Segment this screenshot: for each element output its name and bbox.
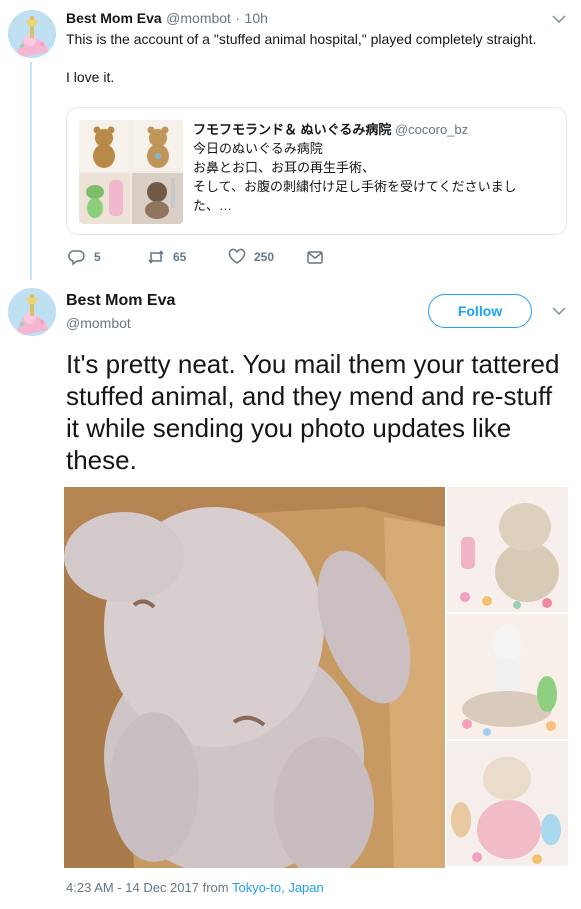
plush-surgery-scene-image xyxy=(447,614,568,739)
quoted-line: た、… xyxy=(193,198,233,213)
plush-with-flowers-image xyxy=(447,487,568,612)
avatar-image xyxy=(8,10,56,58)
timestamp-text[interactable]: 4:23 AM - 14 Dec 2017 from xyxy=(66,880,232,895)
tweet-text-line1: This is the account of a "stuffed animal… xyxy=(66,31,537,47)
display-name[interactable]: Best Mom Eva xyxy=(66,10,162,26)
thread-connector-line xyxy=(30,62,32,280)
display-name[interactable]: Best Mom Eva xyxy=(66,292,175,310)
retweet-button[interactable]: 65 xyxy=(147,248,186,266)
quoted-display-name: フモフモランド＆ ぬいぐるみ病院 xyxy=(193,122,392,137)
plush-sheep-image xyxy=(447,741,568,866)
location-link[interactable]: Tokyo-to, Japan xyxy=(232,880,324,895)
tweet-photo-main[interactable] xyxy=(64,487,445,868)
quoted-tweet-text: フモフモランド＆ ぬいぐるみ病院 @cocoro_bz 今日のぬいぐるみ病院 お… xyxy=(193,120,553,215)
quoted-line: そして、お腹の刺繍付け足し手術を受けてくださいまし xyxy=(193,179,517,194)
heart-icon xyxy=(228,248,246,264)
retweet-count: 65 xyxy=(173,250,187,264)
chevron-down-icon[interactable] xyxy=(552,306,566,316)
quoted-line: 今日のぬいぐるみ病院 xyxy=(193,141,323,156)
user-handle[interactable]: @mombot xyxy=(166,10,231,26)
tweet-photo-middle-right[interactable] xyxy=(447,614,568,739)
tweet-header: Best Mom Eva @mombot · 10h xyxy=(66,10,268,28)
reply-icon xyxy=(68,250,85,266)
avatar-image xyxy=(8,288,56,336)
retweet-icon xyxy=(148,250,164,264)
quoted-user-handle: @cocoro_bz xyxy=(394,122,469,137)
tweet-time[interactable]: 10h xyxy=(245,10,268,26)
tweet-photo-top-right[interactable] xyxy=(447,487,568,612)
quoted-tweet-thumbnail xyxy=(79,120,183,224)
reply-count: 5 xyxy=(94,250,101,264)
tweet-photo-bottom-right[interactable] xyxy=(447,741,568,866)
quoted-line: お鼻とお口、お耳の再生手術、 xyxy=(193,160,376,175)
tweet-timestamp: 4:23 AM - 14 Dec 2017 from Tokyo-to, Jap… xyxy=(66,880,324,895)
reply-button[interactable]: 5 xyxy=(68,248,101,266)
stuffed-animal-in-box-image xyxy=(64,487,445,868)
separator-dot: · xyxy=(235,10,241,26)
like-button[interactable]: 250 xyxy=(228,248,274,266)
envelope-icon xyxy=(307,251,323,264)
tweet-text: It's pretty neat. You mail them your tat… xyxy=(66,349,560,475)
avatar[interactable] xyxy=(8,10,56,58)
user-handle[interactable]: @mombot xyxy=(66,315,131,331)
tweet-text-line2: I love it. xyxy=(66,69,115,85)
chevron-down-icon[interactable] xyxy=(552,14,566,24)
avatar[interactable] xyxy=(8,288,56,336)
quoted-tweet-card[interactable]: フモフモランド＆ ぬいぐるみ病院 @cocoro_bz 今日のぬいぐるみ病院 お… xyxy=(66,107,567,235)
like-count: 250 xyxy=(254,250,275,264)
follow-button[interactable]: Follow xyxy=(428,294,532,328)
direct-message-button[interactable] xyxy=(306,248,332,266)
